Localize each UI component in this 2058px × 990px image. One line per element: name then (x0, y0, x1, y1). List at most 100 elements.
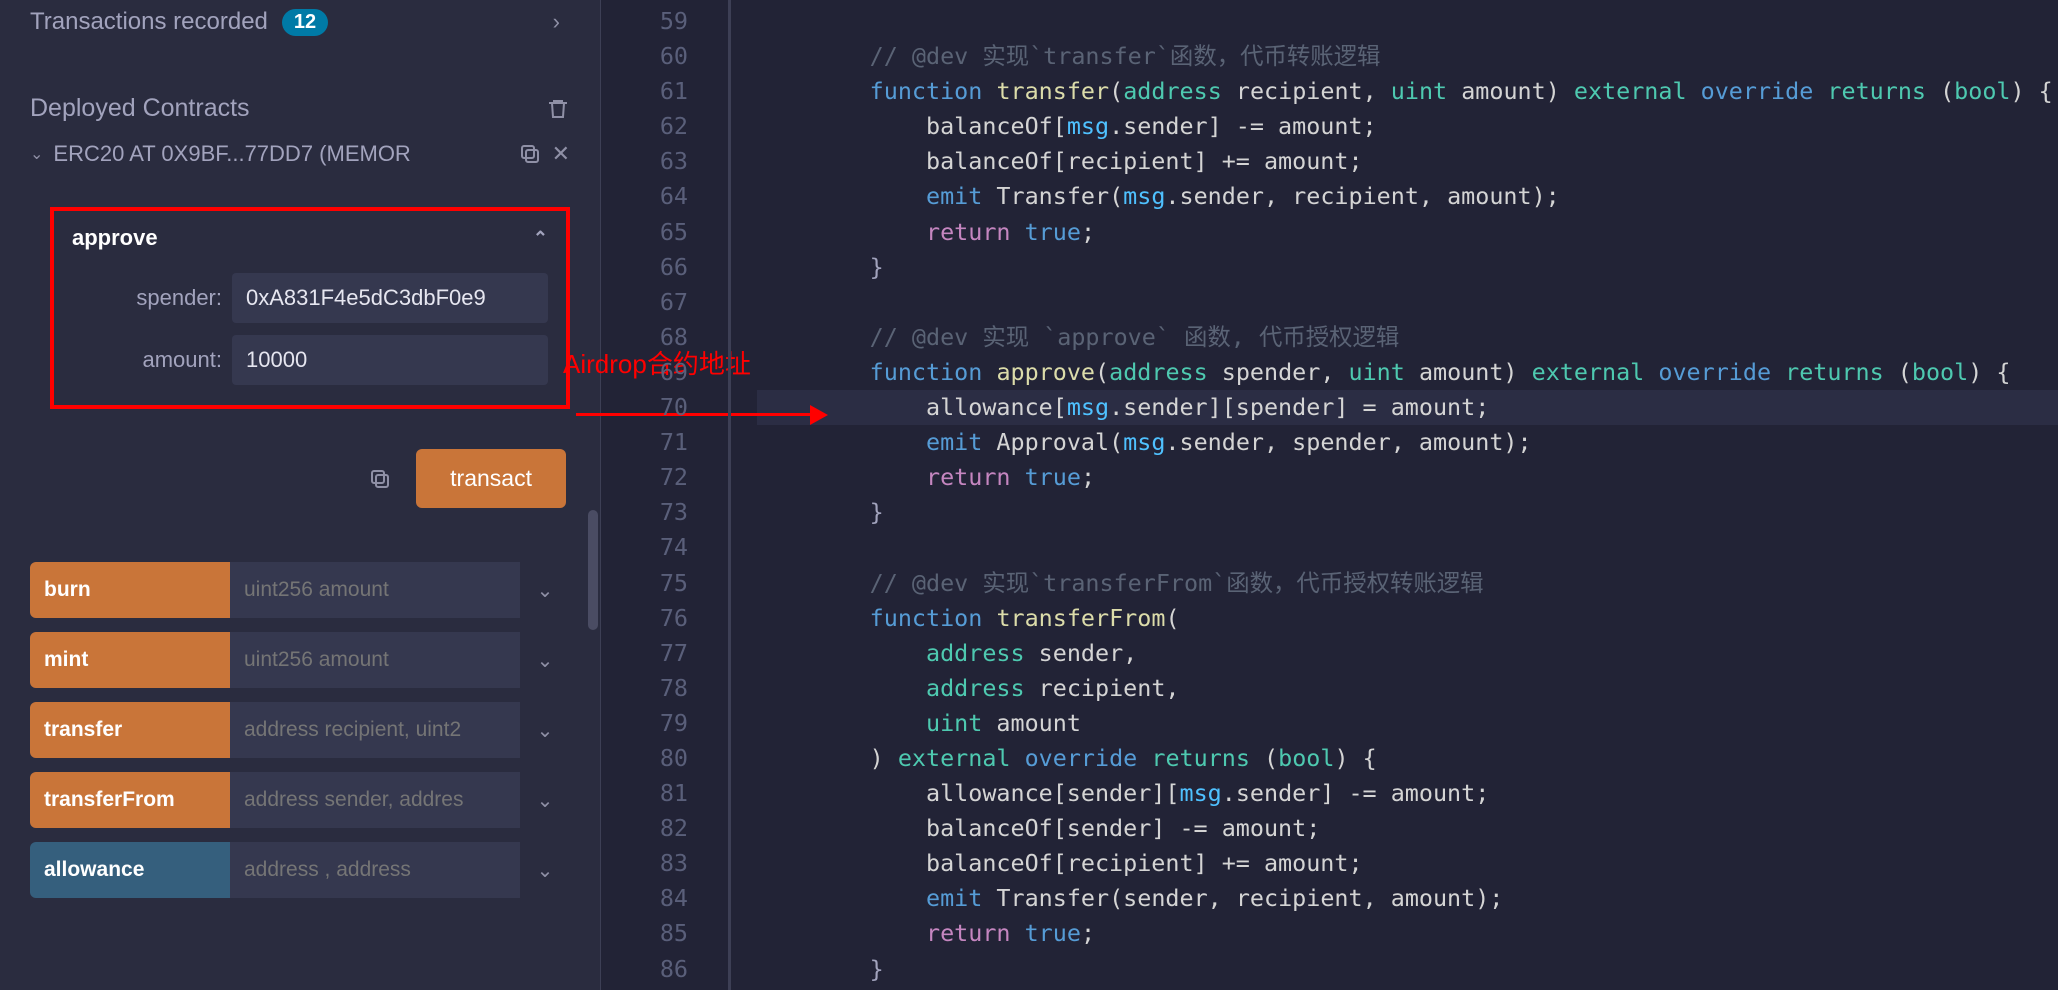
function-list: burn ⌄ mint ⌄ transfer ⌄ transferFrom ⌄ allowanc… (30, 562, 570, 898)
line-number: 86 (601, 952, 688, 987)
code-line[interactable]: emit Transfer(msg.sender, recipient, amo… (757, 179, 2058, 214)
annotation-arrow-head (810, 405, 828, 425)
approve-function-panel: approve ⌃ spender: amount: (50, 207, 570, 409)
amount-input[interactable] (232, 335, 548, 385)
function-row-transferFrom: transferFrom ⌄ (30, 772, 570, 828)
transfer-args-input[interactable] (230, 702, 520, 758)
line-number: 83 (601, 846, 688, 881)
code-line[interactable]: return true; (757, 215, 2058, 250)
chevron-right-icon[interactable]: › (553, 9, 570, 35)
close-icon[interactable]: ✕ (552, 141, 570, 167)
code-editor[interactable]: 5960616263646566676869707172737475767778… (600, 0, 2058, 990)
approve-header[interactable]: approve ⌃ (64, 225, 556, 267)
code-line[interactable]: function approve(address spender, uint a… (757, 355, 2058, 390)
scrollbar[interactable] (586, 470, 600, 990)
transferFrom-button[interactable]: transferFrom (30, 772, 230, 828)
line-number: 62 (601, 109, 688, 144)
code-line[interactable]: emit Approval(msg.sender, spender, amoun… (757, 425, 2058, 460)
amount-label: amount: (72, 347, 222, 373)
line-number: 82 (601, 811, 688, 846)
line-number: 85 (601, 916, 688, 951)
code-line[interactable]: return true; (757, 460, 2058, 495)
function-row-mint: mint ⌄ (30, 632, 570, 688)
chevron-down-icon[interactable]: ⌄ (520, 842, 570, 898)
transactions-header[interactable]: Transactions recorded 12 › (30, 0, 570, 54)
line-number: 76 (601, 601, 688, 636)
code-line[interactable]: allowance[msg.sender][spender] = amount; (757, 390, 2058, 425)
allowance-button[interactable]: allowance (30, 842, 230, 898)
line-number: 67 (601, 285, 688, 320)
chevron-down-icon[interactable]: ⌄ (520, 562, 570, 618)
burn-args-input[interactable] (230, 562, 520, 618)
approve-title: approve (72, 225, 158, 251)
line-number: 79 (601, 706, 688, 741)
chevron-down-icon[interactable]: ⌄ (520, 702, 570, 758)
trash-icon[interactable] (546, 97, 570, 121)
burn-button[interactable]: burn (30, 562, 230, 618)
line-number: 72 (601, 460, 688, 495)
code-area[interactable]: // @dev 实现`transfer`函数，代币转账逻辑 function t… (731, 0, 2058, 990)
function-row-burn: burn ⌄ (30, 562, 570, 618)
chevron-up-icon[interactable]: ⌃ (533, 228, 548, 249)
code-line[interactable] (757, 285, 2058, 320)
line-number: 78 (601, 671, 688, 706)
line-number: 81 (601, 776, 688, 811)
scrollbar-thumb[interactable] (588, 510, 598, 630)
line-number: 69 (601, 355, 688, 390)
code-line[interactable]: } (757, 495, 2058, 530)
copy-icon[interactable] (518, 142, 542, 166)
line-number: 71 (601, 425, 688, 460)
code-line[interactable]: balanceOf[recipient] += amount; (757, 144, 2058, 179)
code-line[interactable]: function transfer(address recipient, uin… (757, 74, 2058, 109)
line-number: 84 (601, 881, 688, 916)
code-line[interactable]: allowance[sender][msg.sender] -= amount; (757, 776, 2058, 811)
code-line[interactable] (757, 4, 2058, 39)
transferFrom-args-input[interactable] (230, 772, 520, 828)
code-line[interactable] (757, 530, 2058, 565)
line-number: 61 (601, 74, 688, 109)
contract-instance-row[interactable]: ⌄ ERC20 AT 0X9BF...77DD7 (MEMOR ✕ (30, 137, 570, 187)
code-line[interactable]: // @dev 实现`transferFrom`函数，代币授权转账逻辑 (757, 566, 2058, 601)
transact-button[interactable]: transact (416, 449, 566, 508)
code-line[interactable]: emit Transfer(sender, recipient, amount)… (757, 881, 2058, 916)
code-line[interactable]: // @dev 实现`transfer`函数，代币转账逻辑 (757, 39, 2058, 74)
code-line[interactable]: address recipient, (757, 671, 2058, 706)
code-line[interactable]: ) external override returns (bool) { (757, 741, 2058, 776)
mint-button[interactable]: mint (30, 632, 230, 688)
code-line[interactable]: balanceOf[recipient] += amount; (757, 846, 2058, 881)
transactions-count-badge: 12 (282, 9, 328, 36)
contract-name: ERC20 AT 0X9BF...77DD7 (MEMOR (53, 141, 507, 167)
function-row-transfer: transfer ⌄ (30, 702, 570, 758)
line-number: 68 (601, 320, 688, 355)
line-number: 74 (601, 530, 688, 565)
spender-label: spender: (72, 285, 222, 311)
mint-args-input[interactable] (230, 632, 520, 688)
line-gutter: 5960616263646566676869707172737475767778… (601, 0, 731, 990)
chevron-down-icon[interactable]: ⌄ (520, 772, 570, 828)
transfer-button[interactable]: transfer (30, 702, 230, 758)
allowance-args-input[interactable] (230, 842, 520, 898)
line-number: 63 (601, 144, 688, 179)
chevron-down-icon[interactable]: ⌄ (30, 144, 43, 164)
chevron-down-icon[interactable]: ⌄ (520, 632, 570, 688)
code-line[interactable]: } (757, 952, 2058, 987)
line-number: 59 (601, 4, 688, 39)
line-number: 64 (601, 179, 688, 214)
copy-icon[interactable] (368, 467, 392, 491)
code-line[interactable]: return true; (757, 916, 2058, 951)
deployed-title: Deployed Contracts (30, 94, 250, 123)
code-line[interactable]: function transferFrom( (757, 601, 2058, 636)
line-number: 65 (601, 215, 688, 250)
amount-field-row: amount: (64, 329, 556, 391)
transactions-title: Transactions recorded (30, 8, 268, 36)
code-line[interactable]: balanceOf[sender] -= amount; (757, 811, 2058, 846)
code-line[interactable]: // @dev 实现 `approve` 函数, 代币授权逻辑 (757, 320, 2058, 355)
line-number: 77 (601, 636, 688, 671)
code-line[interactable]: address sender, (757, 636, 2058, 671)
line-number: 70 (601, 390, 688, 425)
line-number: 66 (601, 250, 688, 285)
code-line[interactable]: balanceOf[msg.sender] -= amount; (757, 109, 2058, 144)
code-line[interactable]: } (757, 250, 2058, 285)
code-line[interactable]: uint amount (757, 706, 2058, 741)
spender-input[interactable] (232, 273, 548, 323)
